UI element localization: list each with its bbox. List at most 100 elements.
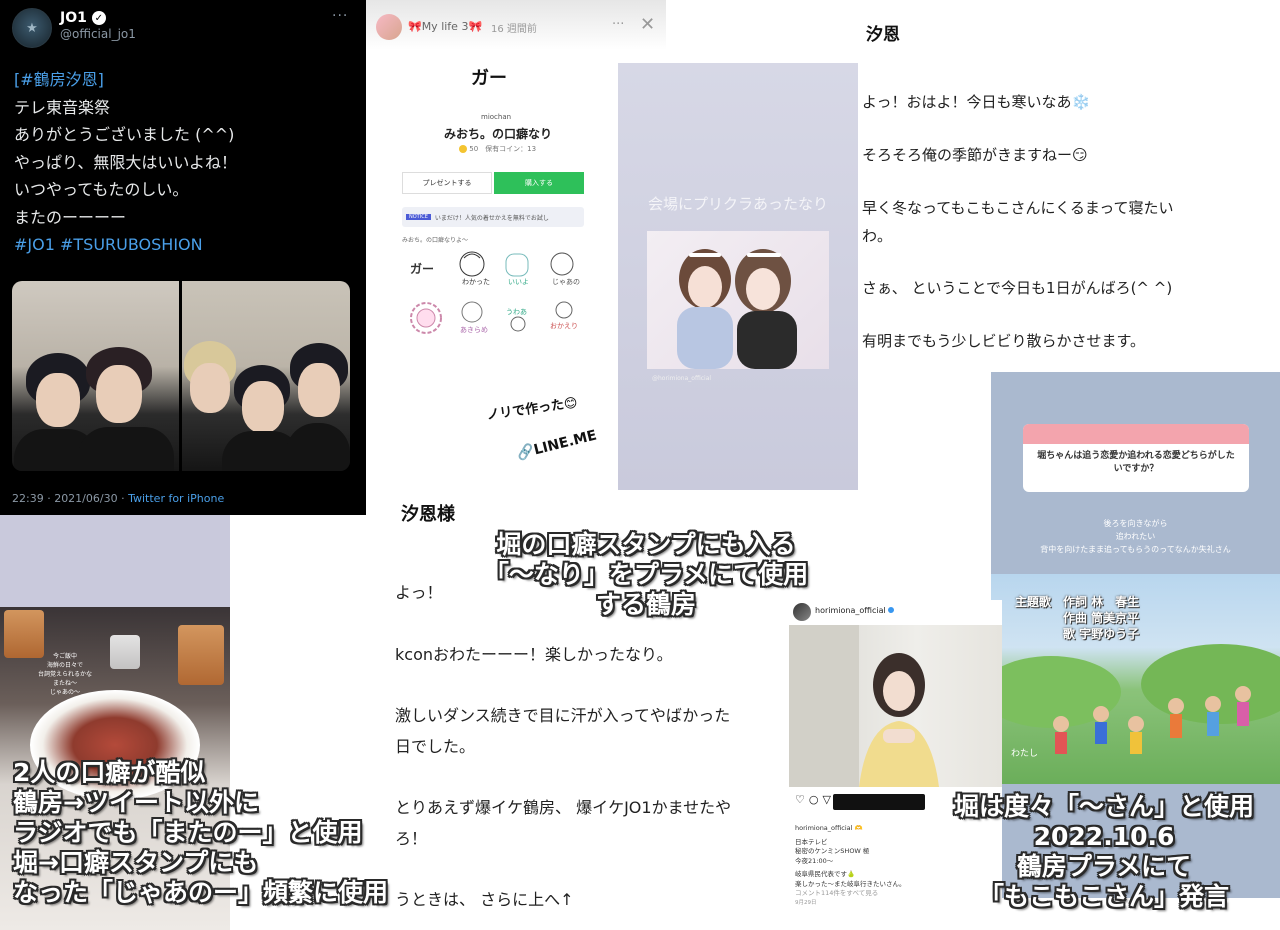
note-line: ろ！ — [395, 829, 428, 848]
sticker-flower-icon — [410, 302, 442, 334]
tweet-meta: 22:39 · 2021/06/30 · Twitter for iPhone — [12, 492, 224, 505]
svg-text:いいよ: いいよ — [508, 278, 529, 286]
credit-line: 作曲 筒美京平 — [1015, 611, 1140, 625]
overlay-line: 鶴房→ツイート以外に — [13, 788, 259, 817]
sticker-item[interactable]: じゃあの — [544, 248, 584, 288]
blog-note-top: 汐恩 よっ！おはよ！今日も寒いなあ❄️ そろそろ俺の季節がきますねー😏 早く冬な… — [862, 0, 1280, 370]
more-options-icon[interactable]: ··· — [332, 8, 348, 24]
sticker-face-icon: じゃあの — [550, 252, 580, 286]
sticker-face-icon: あきらめ — [460, 301, 488, 334]
hashtag-link[interactable]: [#鶴房汐恩] — [14, 66, 354, 94]
story-heading: ガー — [471, 68, 507, 89]
answer-line: 背中を向けたまま追ってもらうのってなんか失礼さん — [1040, 545, 1231, 554]
glass-image — [178, 625, 224, 685]
hashtags[interactable]: #JO1 #TSURUBOSHION — [14, 235, 203, 254]
tweet-line: いつやってもたのしい。 — [14, 180, 189, 199]
avatar[interactable] — [376, 14, 402, 40]
svg-text:じゃあの: じゃあの — [552, 278, 580, 286]
sticker-item[interactable]: いいよ — [498, 248, 538, 288]
note-line: kconおわたーーー！楽しかったなり。 — [395, 645, 673, 664]
overlay-line: 堀の口癖スタンプにも入る — [496, 530, 796, 559]
tweet-source-link[interactable]: Twitter for iPhone — [128, 492, 224, 505]
coin-price: 50 — [469, 145, 479, 153]
sticker-face-icon: うわあ — [506, 308, 527, 332]
note-line: さぁ、 ということで今日も1日がんばろ(^ ^) — [862, 279, 1173, 297]
story-title[interactable]: 🎀My life 3🎀 — [408, 20, 482, 33]
line-link[interactable]: 🔗LINE.ME — [515, 427, 598, 462]
display-name: JO1 — [60, 10, 87, 26]
overlay-caption-middle: 堀の口癖スタンプにも入る 「〜なり」をプラメにて使用 する鶴房 — [466, 530, 826, 620]
answer-text: 後ろを向きながら 追われたい 背中を向けたまま追ってもらうのってなんか失礼さん — [991, 517, 1280, 556]
note-line: そろそろ俺の季節がきますねー😏 — [862, 146, 1088, 164]
overlay-caption-left: 2人の口癖が酷似 鶴房→ツイート以外に ラジオでも「またのー」と使用 堀→口癖ス… — [13, 758, 388, 908]
tweet-handle[interactable]: @official_jo1 — [60, 27, 136, 41]
overlay-line: 「もこもこさん」発言 — [978, 882, 1229, 911]
svg-text:おかえり: おかえり — [550, 322, 578, 330]
tweet-photo-left[interactable] — [12, 281, 179, 471]
sticker-title: みおち。の口癖なり — [444, 127, 553, 141]
story-time: 16 週間前 — [491, 24, 537, 35]
coin-icon — [459, 145, 467, 153]
more-options-icon[interactable]: ··· — [612, 17, 624, 32]
tweet-line: テレ東音楽祭 — [14, 97, 111, 117]
sticker-face-icon: おかえり — [550, 301, 578, 330]
purikura-photo[interactable] — [647, 231, 829, 369]
story-footer-text: ノリで作った😊 — [485, 395, 579, 424]
sticker-face-icon: わかった — [459, 251, 490, 286]
overlay-line: 2022.10.6 — [1033, 822, 1175, 851]
redaction-bar — [833, 794, 925, 810]
song-credits: 主題歌 作詞 林 春生 作曲 筒美京平 歌 宇野ゆう子 — [1015, 594, 1139, 642]
gift-button[interactable]: プレゼントする — [402, 172, 492, 194]
note-heading: 汐恩様 — [401, 504, 455, 525]
notice-tag: NOTICE — [406, 214, 431, 220]
tweet-author[interactable]: JO1 ✓ — [60, 10, 106, 26]
buy-button[interactable]: 購入する — [494, 172, 584, 194]
account-name[interactable]: horimiona_official — [815, 606, 895, 615]
story-text: 今ご飯中 海鮮の日々で 台詞覚えられるかな またね〜 じゃあの〜 — [37, 653, 92, 696]
overlay-line: 「〜なり」をプラメにて使用 — [483, 560, 809, 589]
credit-line: 歌 宇野ゆう子 — [1015, 627, 1140, 641]
note-line: とりあえず爆イケ鶴房、 爆イケJO1かませたや — [395, 798, 732, 817]
sticker-creator[interactable]: miochan — [481, 113, 511, 121]
svg-text:うわあ: うわあ — [506, 308, 527, 316]
note-heading: 汐恩 — [866, 25, 900, 45]
post-actions[interactable]: ♡○▽ — [795, 793, 835, 806]
overlay-line: 2人の口癖が酷似 — [13, 758, 206, 787]
sticker-item[interactable]: おかえり — [544, 298, 584, 338]
overlay-line: ラジオでも「またのー」と使用 — [13, 818, 363, 847]
mention-tag[interactable]: @horimiona_official — [652, 375, 711, 382]
preview-label: みおち。の口癖なりよ〜 — [402, 237, 469, 244]
subtitle-text: わたし — [1011, 749, 1039, 759]
tweet-photo-right[interactable] — [182, 281, 350, 471]
overlay-line: 堀は度々「〜さん」と使用 — [953, 792, 1254, 821]
tweet-line: やっぱり、無限大はいいよね！ — [14, 152, 238, 172]
answer-line: 後ろを向きながら — [1103, 519, 1168, 528]
sticker-item[interactable]: ガー — [402, 248, 442, 288]
post-photo[interactable] — [789, 625, 1002, 787]
note-line: 有明までもう少しビビり散らかさせます。 — [862, 332, 1146, 350]
question-text: 堀ちゃんは追う恋愛か追われる恋愛どちらがしたいですか？ — [1037, 451, 1235, 474]
avatar[interactable]: ★ — [12, 8, 52, 48]
sticker-item[interactable] — [406, 298, 446, 338]
sticker-face-icon: いいよ — [505, 253, 529, 286]
svg-text:わかった: わかった — [462, 278, 490, 286]
coin-balance: 保有コイン：13 — [485, 145, 537, 153]
close-icon[interactable]: ✕ — [640, 14, 655, 35]
note-line: よっ！おはよ！今日も寒いなあ❄️ — [862, 93, 1091, 111]
verified-badge-icon: ✓ — [91, 11, 106, 25]
overlay-line: する鶴房 — [595, 590, 696, 619]
overlay-caption-right: 堀は度々「〜さん」と使用 2022.10.6 鶴房プラメにて 「もこもこさん」発… — [936, 792, 1272, 912]
story-caption: 会場にプリクラあったなり — [647, 195, 828, 213]
question-box[interactable]: 堀ちゃんは追う恋愛か追われる恋愛どちらがしたいですか？ — [1023, 424, 1249, 492]
purikura-story: 会場にプリクラあったなり @horimiona_official — [618, 63, 858, 490]
sticker-item[interactable]: うわあ — [498, 298, 538, 338]
sticker-item[interactable]: わかった — [452, 248, 492, 288]
svg-text:あきらめ: あきらめ — [460, 326, 488, 334]
credit-line: 主題歌 作詞 林 春生 — [1015, 595, 1140, 609]
note-line: 日でした。 — [395, 737, 476, 756]
overlay-line: 鶴房プラメにて — [1016, 852, 1192, 881]
answer-line: 追われたい — [1115, 532, 1156, 541]
question-box-header — [1023, 424, 1249, 444]
notice-banner[interactable]: NOTICE いまだけ！人気の着せかえを無料でお試し — [402, 207, 584, 227]
sticker-item[interactable]: あきらめ — [452, 298, 492, 338]
